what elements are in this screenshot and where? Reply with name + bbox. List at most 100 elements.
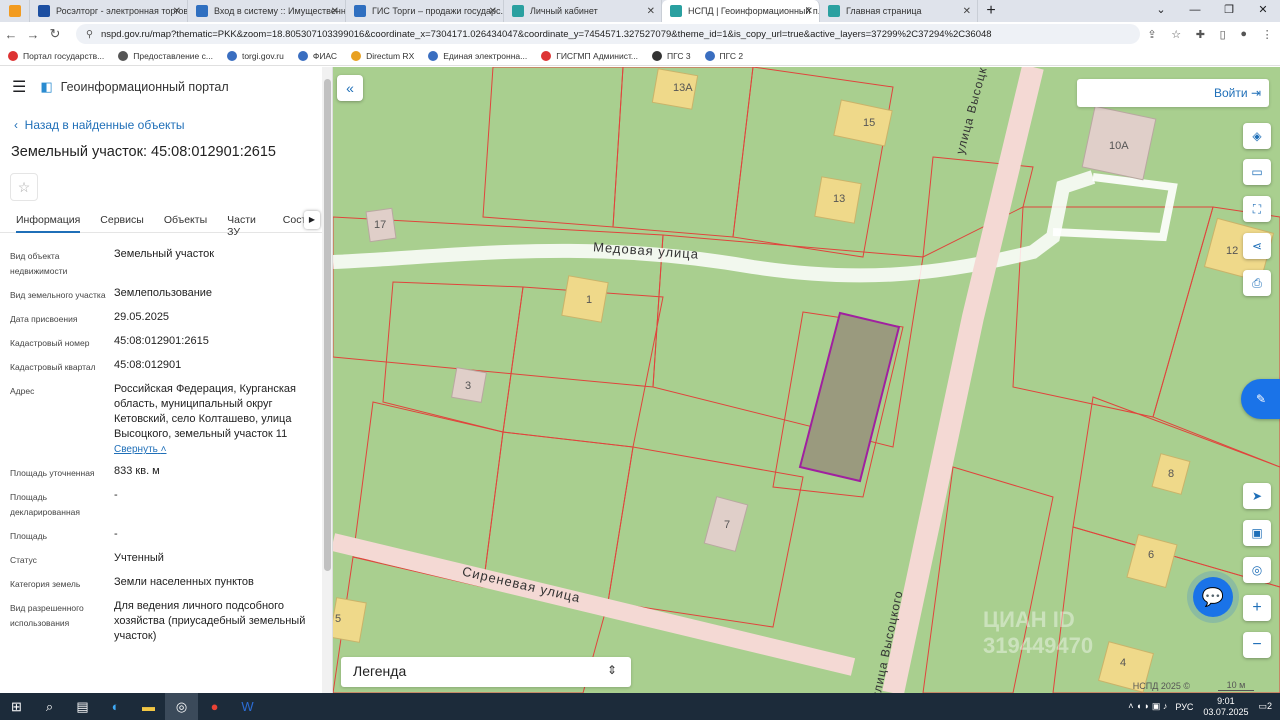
bookmark[interactable]: Предоставление с...: [118, 50, 213, 61]
browser-tab[interactable]: ГИС Торги – продажи государс... ✕: [346, 0, 504, 22]
browser-tab[interactable]: Главная страница ✕: [820, 0, 978, 22]
house-number-label: 13: [833, 193, 846, 205]
hamburger-menu-icon[interactable]: ☰: [12, 77, 26, 97]
ruler-button[interactable]: ▭: [1243, 159, 1271, 185]
collapse-link[interactable]: Свернуть ˄: [114, 444, 166, 455]
bookmarks-bar: Портал государств... Предоставление с...…: [0, 46, 1280, 66]
map-canvas[interactable]: 13А 15 13 17 1 3 7 10А 12 8 6 4 5 Медова…: [333, 67, 1280, 693]
bookmark[interactable]: ПГС 3: [651, 50, 691, 61]
bookmark[interactable]: ГИСГМП Админист...: [541, 50, 638, 61]
notifications-icon[interactable]: ▭2: [1258, 701, 1272, 712]
bookmark[interactable]: ПГС 2: [704, 50, 743, 61]
attribute-label: Кадастровый квартал: [10, 362, 96, 372]
tab-information[interactable]: Информация: [16, 207, 81, 233]
close-window-icon[interactable]: ✕: [1246, 0, 1280, 22]
assistant-button[interactable]: ✎: [1241, 379, 1280, 419]
tab-pinned[interactable]: [0, 0, 30, 22]
bookmark[interactable]: torgi.gov.ru: [226, 50, 284, 61]
browser-tab[interactable]: Личный кабинет ✕: [504, 0, 662, 22]
tab-services[interactable]: Сервисы: [100, 207, 144, 233]
tabs-scroll-right-icon[interactable]: ▶: [304, 211, 320, 229]
close-icon[interactable]: ✕: [805, 6, 813, 17]
close-icon[interactable]: ✕: [647, 6, 655, 17]
back-arrow-icon[interactable]: ←: [0, 27, 22, 42]
forward-arrow-icon[interactable]: →: [22, 27, 44, 42]
close-icon[interactable]: ✕: [331, 6, 339, 17]
new-tab-button[interactable]: +: [978, 0, 1004, 22]
input-language[interactable]: РУС: [1175, 702, 1193, 712]
share-button[interactable]: ⋖: [1243, 233, 1271, 259]
bookmark[interactable]: Портал государств...: [8, 50, 104, 61]
attribute-value: 45:08:012901:2615: [114, 335, 209, 347]
attribute-value: Земли населенных пунктов: [114, 576, 254, 588]
zoom-in-button[interactable]: +: [1243, 595, 1271, 621]
attribute-value: Земельный участок: [114, 248, 215, 260]
login-button[interactable]: Войти ⇥: [1077, 79, 1269, 107]
sidebar-icon[interactable]: ▯: [1220, 28, 1226, 41]
layers-button[interactable]: ◈: [1243, 123, 1271, 149]
site-icon: [38, 5, 50, 17]
clock[interactable]: 9:01 03.07.2025: [1203, 696, 1248, 718]
extensions-icon[interactable]: ✚: [1196, 28, 1205, 41]
portal-logo-icon: ◧: [40, 79, 53, 94]
minimap-button[interactable]: ▣: [1243, 520, 1271, 546]
tray-icons[interactable]: ˄ ◖ ◗ ▣ ♪: [1128, 701, 1167, 712]
menu-icon[interactable]: ⋮: [1262, 28, 1273, 41]
collapse-panel-button[interactable]: «: [337, 75, 363, 101]
house-number-label: 3: [465, 380, 472, 392]
attribute-row: Дата присвоения 29.05.2025: [0, 310, 322, 327]
close-icon[interactable]: ✕: [963, 6, 971, 17]
task-view-icon[interactable]: ▤: [66, 693, 99, 720]
start-icon[interactable]: ⊞: [0, 693, 33, 720]
profile-icon[interactable]: ●: [1240, 28, 1247, 41]
edge-icon[interactable]: ◐: [99, 693, 132, 720]
close-icon[interactable]: ✕: [489, 6, 497, 17]
tab-parts[interactable]: Части ЗУ: [227, 207, 263, 238]
reload-icon[interactable]: ↻: [44, 26, 66, 42]
zoom-out-button[interactable]: −: [1243, 632, 1271, 658]
attribute-row: Статус Учтенный: [0, 551, 322, 568]
bookmark[interactable]: ФИАС: [297, 50, 337, 61]
legend-dropdown[interactable]: Легенда ⇕: [341, 657, 631, 687]
bookmark-star-icon[interactable]: ☆: [1171, 28, 1181, 41]
chat-icon[interactable]: 💬: [1193, 577, 1233, 617]
site-info-icon[interactable]: ⚲: [86, 29, 93, 40]
scrollbar-thumb[interactable]: [324, 79, 331, 571]
panel-scrollbar[interactable]: [322, 67, 332, 693]
tab-objects[interactable]: Объекты: [164, 207, 207, 233]
geolocation-button[interactable]: ➤: [1243, 483, 1271, 509]
bookmark-label: torgi.gov.ru: [241, 50, 284, 61]
url-field[interactable]: ⚲ nspd.gov.ru/map?thematic=PKK&zoom=18.80…: [76, 24, 1140, 44]
tab-search-icon[interactable]: ⌄: [1144, 0, 1178, 22]
attribute-row: Площадь декларированная -: [0, 488, 322, 520]
share-icon[interactable]: ⇪: [1147, 28, 1156, 41]
print-button[interactable]: ⎙: [1243, 270, 1271, 296]
bookmark-icon: [428, 50, 439, 61]
attribute-value: 45:08:012901: [114, 359, 182, 371]
minimize-icon[interactable]: —: [1178, 0, 1212, 22]
chrome-icon[interactable]: ●: [198, 693, 231, 720]
attribute-value: 29.05.2025: [114, 311, 170, 323]
favorite-star-icon[interactable]: ☆: [10, 173, 38, 201]
attribute-row: Адрес Российская Федерация, Курганская об…: [0, 382, 322, 457]
maximize-icon[interactable]: ❐: [1212, 0, 1246, 22]
bookmark-icon: [226, 50, 237, 61]
search-icon[interactable]: ⌕: [33, 693, 66, 720]
browser-tab[interactable]: Вход в систему :: Имущественн... ✕: [188, 0, 346, 22]
word-icon[interactable]: W: [231, 693, 264, 720]
bookmark[interactable]: Единая электронна...: [428, 50, 527, 61]
browser-tab[interactable]: Росэлторг - электронная торгов... ✕: [30, 0, 188, 22]
search-location-button[interactable]: ◎: [1243, 557, 1271, 583]
app-icon[interactable]: ◎: [165, 693, 198, 720]
login-label: Войти: [1214, 86, 1248, 100]
clock-time: 9:01: [1217, 695, 1235, 706]
bookmark-icon: [118, 50, 129, 61]
select-area-button[interactable]: ⛶: [1243, 196, 1271, 222]
close-icon[interactable]: ✕: [173, 6, 181, 17]
bookmark[interactable]: Directum RX: [351, 50, 414, 61]
file-explorer-icon[interactable]: ▬: [132, 693, 165, 720]
browser-tab-active[interactable]: НСПД | Геоинформационный п... ✕: [662, 0, 820, 22]
attribute-row: Вид объекта недвижимости Земельный участо…: [0, 247, 322, 279]
back-to-results-link[interactable]: ‹ Назад в найденные объекты: [14, 118, 185, 132]
attribute-value: Российская Федерация, Курганская область…: [114, 383, 296, 440]
